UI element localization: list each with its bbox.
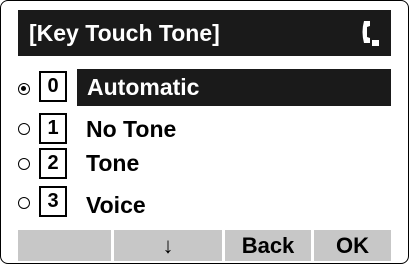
- option-row-tone[interactable]: 2 Tone: [1, 145, 408, 185]
- option-label: Voice: [86, 192, 146, 218]
- title-bar: [Key Touch Tone]: [18, 10, 391, 56]
- softkey-down-arrow[interactable]: ↓: [114, 230, 222, 261]
- softkey-back[interactable]: Back: [225, 230, 311, 261]
- page-title: [Key Touch Tone]: [29, 20, 220, 46]
- radio-selected-icon: [18, 83, 30, 95]
- option-row-voice[interactable]: 3 Voice: [1, 184, 408, 224]
- option-number: 1: [39, 113, 67, 144]
- option-row-no-tone[interactable]: 1 No Tone: [1, 110, 408, 150]
- softkey-bar: ↓ Back OK: [18, 230, 391, 261]
- option-row-automatic[interactable]: 0 Automatic: [1, 67, 408, 107]
- option-label: No Tone: [86, 116, 177, 142]
- phone-display: [Key Touch Tone] 0 Automatic 1 No Tone 2…: [0, 0, 409, 264]
- softkey-1[interactable]: [18, 230, 111, 261]
- radio-unselected-icon: [18, 197, 30, 209]
- option-number: 2: [39, 148, 67, 179]
- radio-unselected-icon: [18, 158, 30, 170]
- handset-icon: [362, 21, 379, 46]
- option-label: Automatic: [77, 69, 391, 106]
- option-number: 3: [39, 186, 67, 217]
- option-label: Tone: [86, 150, 140, 176]
- radio-unselected-icon: [18, 123, 30, 135]
- softkey-ok[interactable]: OK: [314, 230, 391, 261]
- option-number: 0: [39, 71, 67, 102]
